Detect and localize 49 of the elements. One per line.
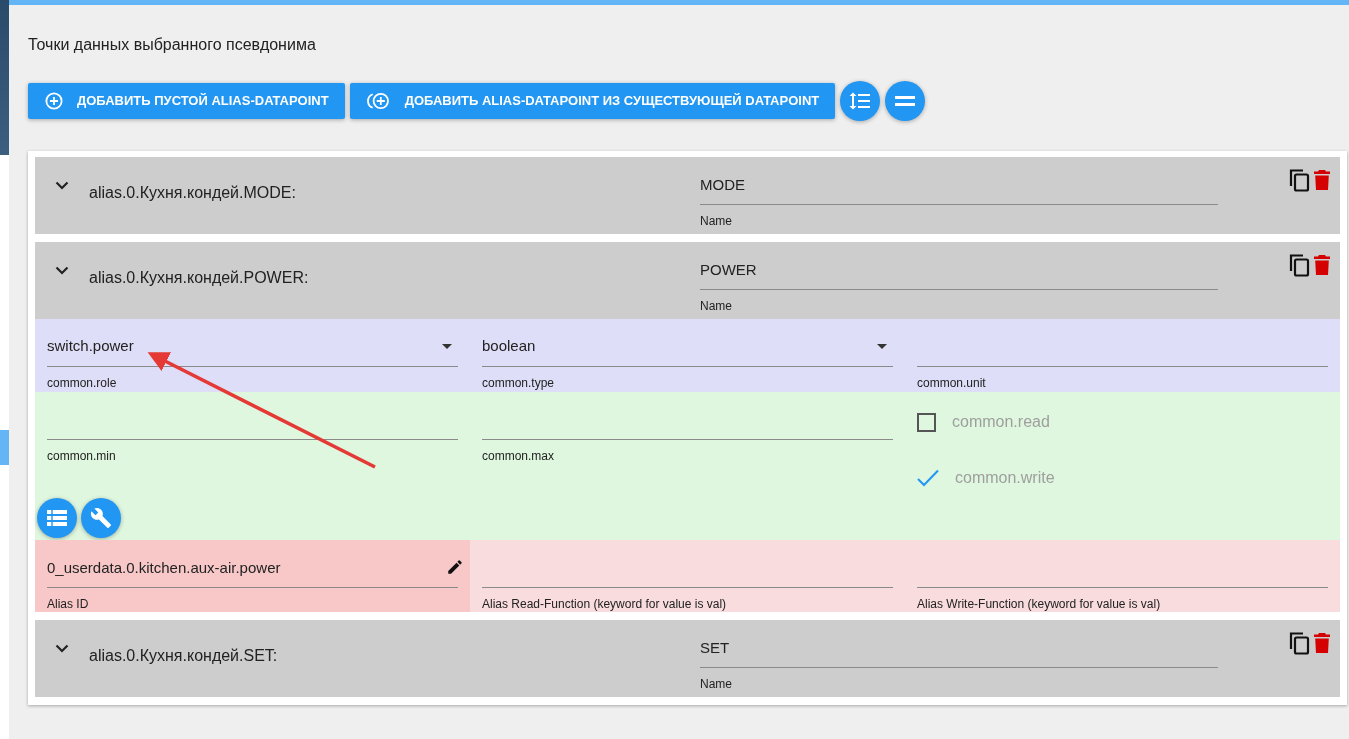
trash-icon <box>1314 632 1330 653</box>
checkbox[interactable] <box>917 412 936 432</box>
field-label: Alias Read-Function (keyword for value is val) <box>482 596 728 613</box>
wrench-button[interactable] <box>81 498 121 538</box>
equal-icon <box>895 96 916 106</box>
pencil-icon[interactable] <box>446 558 464 576</box>
collapse-button[interactable] <box>885 81 926 121</box>
checkbox-label: common.read <box>952 412 1050 432</box>
chevron-down-icon <box>55 181 69 191</box>
datapoint-id: alias.0.Кухня.кондей.SET: <box>89 646 278 666</box>
datapoint-id: alias.0.Кухня.кондей.POWER: <box>89 268 309 288</box>
field-label: Name <box>700 676 733 693</box>
copy-icon <box>1288 252 1310 277</box>
field-label: common.min <box>47 448 117 465</box>
dropdown-caret-icon <box>442 344 452 349</box>
trash-icon <box>1314 169 1330 190</box>
input-field[interactable]: 0_userdata.0.kitchen.aux-air.power <box>47 548 458 588</box>
field-label: Name <box>700 213 733 230</box>
copy-button[interactable] <box>1288 252 1310 277</box>
select-field[interactable]: switch.power <box>47 327 458 367</box>
sort-button[interactable] <box>840 81 881 121</box>
list-icon <box>47 510 67 526</box>
field-label: Alias ID <box>47 596 90 613</box>
list-button[interactable] <box>37 498 77 538</box>
copy-icon <box>1288 167 1310 192</box>
copy-button[interactable] <box>1288 630 1310 655</box>
section-title: Точки данных выбранного псевдонима <box>28 35 317 55</box>
field-label: Name <box>700 298 733 315</box>
datapoint-id: alias.0.Кухня.кондей.MODE: <box>89 183 296 203</box>
checkbox-label: common.write <box>955 468 1055 488</box>
field-label: common.type <box>482 375 556 392</box>
field-label: Alias Write-Function (keyword for value is val) <box>917 596 1162 613</box>
trash-icon <box>1314 254 1330 275</box>
copy-icon <box>1288 630 1310 655</box>
checkmark[interactable] <box>917 469 939 487</box>
select-field[interactable]: boolean <box>482 327 893 367</box>
input-field[interactable]: POWER <box>700 250 1218 290</box>
plus-circle-icon <box>45 92 63 110</box>
chevron-down-icon <box>55 644 69 654</box>
input-field[interactable]: MODE <box>700 165 1218 205</box>
plus-circles-icon <box>366 92 391 110</box>
wrench-icon <box>90 507 112 529</box>
input-field[interactable]: SET <box>700 628 1218 668</box>
field-label: common.role <box>47 375 118 392</box>
chevron-down-icon <box>55 266 69 276</box>
copy-button[interactable] <box>1288 167 1310 192</box>
field-label: common.max <box>482 448 556 465</box>
dropdown-caret-icon <box>877 344 887 349</box>
field-label: common.unit <box>917 375 987 392</box>
